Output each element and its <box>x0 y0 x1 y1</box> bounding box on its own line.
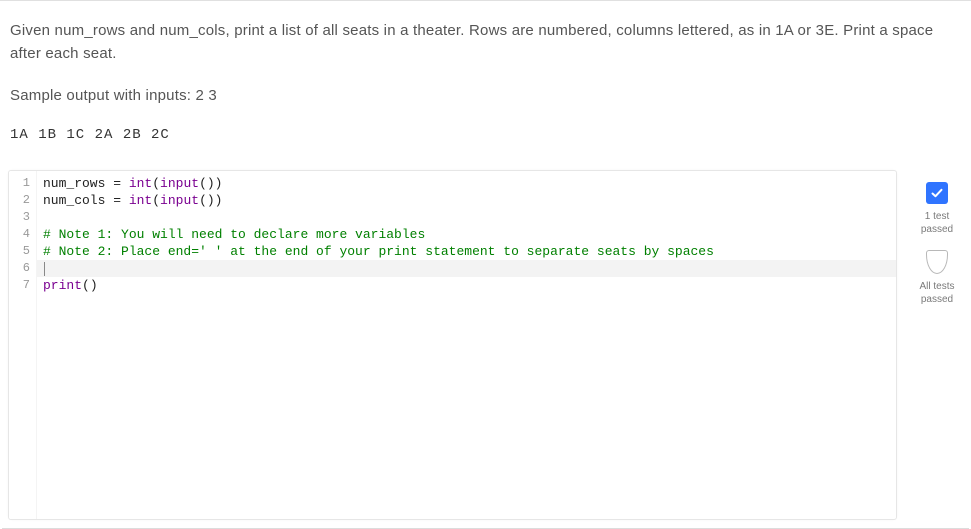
code-line[interactable] <box>37 209 896 226</box>
line-number: 1 <box>9 175 30 192</box>
workspace: 1 2 3 4 5 6 7 num_rows = int(input()) nu… <box>0 170 971 528</box>
line-number: 6 <box>9 260 30 277</box>
cursor-icon <box>44 262 45 276</box>
shield-icon <box>926 250 948 274</box>
status-column: 1 test passed All tests passed <box>911 170 963 520</box>
code-line[interactable]: print() <box>37 277 896 294</box>
line-number: 7 <box>9 277 30 294</box>
code-line[interactable]: # Note 2: Place end=' ' at the end of yo… <box>37 243 896 260</box>
code-line-current[interactable] <box>37 260 896 277</box>
code-line[interactable]: # Note 1: You will need to declare more … <box>37 226 896 243</box>
line-number: 3 <box>9 209 30 226</box>
sample-input-label: Sample output with inputs: 2 3 <box>10 84 961 107</box>
code-line[interactable]: num_rows = int(input()) <box>37 175 896 192</box>
one-test-passed-badge <box>926 182 948 204</box>
code-editor[interactable]: 1 2 3 4 5 6 7 num_rows = int(input()) nu… <box>8 170 897 520</box>
problem-statement: Given num_rows and num_cols, print a lis… <box>0 5 971 170</box>
line-number: 4 <box>9 226 30 243</box>
line-number: 5 <box>9 243 30 260</box>
check-icon <box>930 186 944 200</box>
code-lines[interactable]: num_rows = int(input()) num_cols = int(i… <box>37 171 896 519</box>
sample-output: 1A 1B 1C 2A 2B 2C <box>10 125 961 147</box>
code-line[interactable]: num_cols = int(input()) <box>37 192 896 209</box>
line-number: 2 <box>9 192 30 209</box>
one-test-label: 1 test passed <box>911 210 963 236</box>
page-container: Given num_rows and num_cols, print a lis… <box>0 0 971 529</box>
all-tests-label: All tests passed <box>911 280 963 306</box>
problem-description: Given num_rows and num_cols, print a lis… <box>10 19 961 66</box>
line-gutter: 1 2 3 4 5 6 7 <box>9 171 37 519</box>
